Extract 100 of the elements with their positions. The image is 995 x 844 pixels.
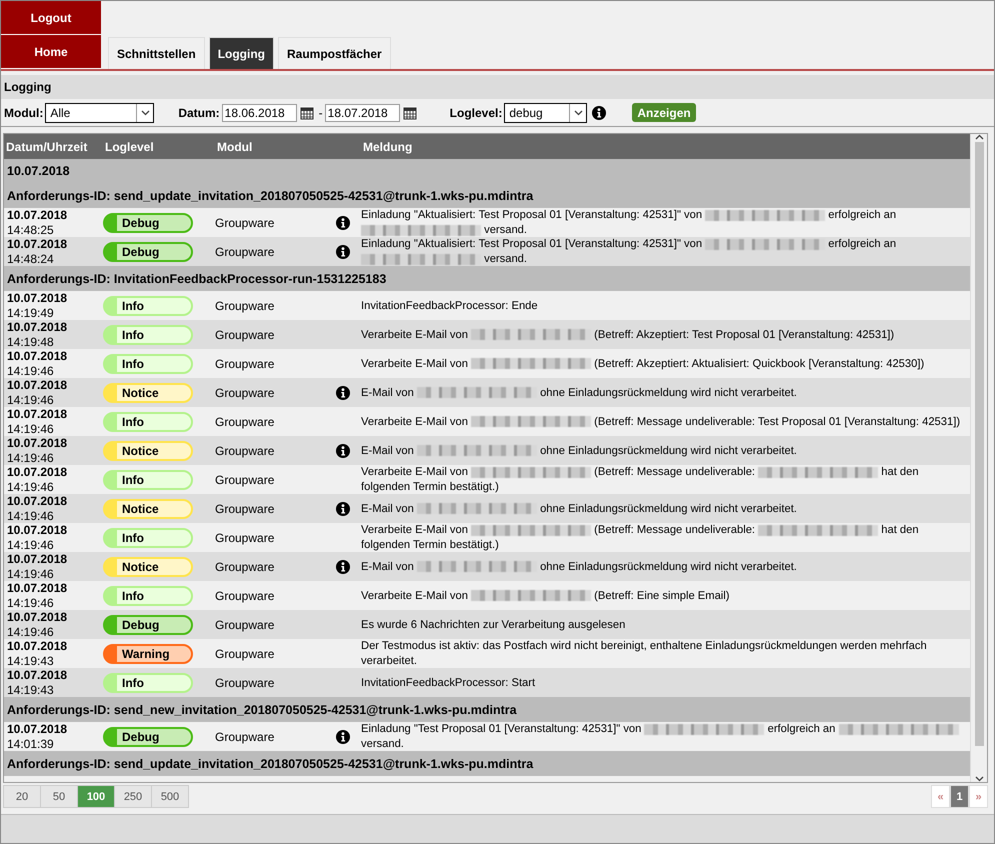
log-date: 10.07.2018 xyxy=(7,639,68,654)
log-date: 10.07.2018 xyxy=(7,722,68,737)
module-name: Groupware xyxy=(215,646,276,662)
log-time: 14:19:46 xyxy=(7,538,55,553)
column-header: Meldung xyxy=(362,140,414,154)
logout-button[interactable]: Logout xyxy=(1,1,101,35)
log-date: 10.07.2018 xyxy=(7,465,68,480)
module-name: Groupware xyxy=(215,216,276,230)
log-date: 10.07.2018 xyxy=(7,494,68,509)
column-header: Loglevel xyxy=(104,140,155,154)
loglevel-badge: Info xyxy=(103,412,193,432)
chevron-down-icon[interactable] xyxy=(140,110,150,116)
column-header: Modul xyxy=(216,140,254,154)
date-to-field[interactable]: 18.07.2018 xyxy=(324,104,400,122)
log-time: 14:19:46 xyxy=(7,509,55,524)
log-message: Der Testmodus ist aktiv: das Postfach wird nicht bereinigt, enthaltene Einladungsrückmeldungen werden mehrfach verarbeitet. xyxy=(361,639,928,669)
module-name: Groupware xyxy=(215,472,276,488)
loglevel-badge: Info xyxy=(103,296,193,316)
calendar-icon[interactable] xyxy=(300,106,314,120)
log-time: 14:48:25 xyxy=(7,223,55,238)
log-date: 10.07.2018 xyxy=(7,581,68,596)
nav-tab[interactable]: Raumpostfächer xyxy=(278,37,391,69)
date-from-field[interactable]: 18.06.2018 xyxy=(222,104,297,122)
log-time: 14:19:46 xyxy=(7,422,55,437)
module-name: Groupware xyxy=(215,730,276,744)
log-date: 10.07.2018 xyxy=(7,208,68,223)
log-date: 10.07.2018 xyxy=(7,523,68,538)
log-date: 10.07.2018 xyxy=(7,436,68,451)
log-message: InvitationFeedbackProcessor: Start xyxy=(361,676,536,690)
loglevel-badge: Notice xyxy=(103,499,193,519)
log-time: 14:19:43 xyxy=(7,654,55,669)
module-name: Groupware xyxy=(215,444,276,458)
log-date: 10.07.2018 xyxy=(7,378,68,393)
log-message: E-Mail von ohne Einladungsrückmeldung wird nicht verarbeitet. xyxy=(361,560,798,574)
log-message: Verarbeite E-Mail von (Betreff: Akzeptiert: Test Proposal 01 [Veranstaltung: 42531]) xyxy=(361,328,896,342)
scrollbar-thumb[interactable] xyxy=(974,142,984,746)
log-time: 14:19:46 xyxy=(7,393,55,408)
scroll-up-icon[interactable] xyxy=(974,134,984,140)
date-group-heading: 10.07.2018 xyxy=(7,164,70,178)
nav-tab[interactable]: Logging xyxy=(208,37,274,69)
log-time: 14:19:46 xyxy=(7,480,55,495)
log-date: 10.07.2018 xyxy=(7,291,68,306)
chevron-down-icon[interactable] xyxy=(974,776,984,782)
loglevel-badge: Info xyxy=(103,528,193,548)
log-time: 14:01:39 xyxy=(7,737,55,752)
chevron-down-icon[interactable] xyxy=(574,110,583,116)
loglevel-badge: Info xyxy=(103,354,193,374)
log-message: Verarbeite E-Mail von (Betreff: Message undeliverable: hat den folgenden Termin bestätigt.) xyxy=(361,523,920,553)
column-header: Datum/Uhrzeit xyxy=(5,140,88,154)
nav-tab[interactable]: Schnittstellen xyxy=(108,37,205,69)
module-name: Groupware xyxy=(215,676,276,690)
module-name: Groupware xyxy=(215,328,276,342)
module-name: Groupware xyxy=(215,356,276,372)
log-time: 14:19:46 xyxy=(7,364,55,379)
loglevel-badge: Debug xyxy=(103,727,193,747)
loglevel-badge: Info xyxy=(103,586,193,606)
show-button[interactable]: Anzeigen xyxy=(632,103,696,122)
log-message: E-Mail von ohne Einladungsrückmeldung wird nicht verarbeitet. xyxy=(361,386,798,400)
log-message: Einladung "Aktualisiert: Test Proposal 01 [Veranstaltung: 42531]" von erfolgreich an versand. xyxy=(361,208,898,238)
log-message: Es wurde 6 Nachrichten zur Verarbeitung ausgelesen xyxy=(361,618,626,632)
page-size-button[interactable]: 500 xyxy=(151,785,189,808)
page-button[interactable]: 1 xyxy=(950,785,969,808)
module-name: Groupware xyxy=(215,244,276,260)
module-name: Groupware xyxy=(215,560,276,574)
date-separator: - xyxy=(318,106,323,120)
loglevel-badge: Info xyxy=(103,673,193,693)
module-name: Groupware xyxy=(215,618,276,632)
loglevel-badge: Notice xyxy=(103,441,193,461)
log-time: 14:19:46 xyxy=(7,625,55,640)
page-size-button[interactable]: 20 xyxy=(3,785,41,808)
loglevel-label: Loglevel: xyxy=(450,106,502,120)
log-message: Verarbeite E-Mail von (Betreff: Akzeptiert: Aktualisiert: Quickbook [Veranstaltung: 42530]) xyxy=(361,356,926,372)
module-select[interactable]: Alle xyxy=(45,102,154,122)
loglevel-badge: Debug xyxy=(103,242,193,262)
module-name: Groupware xyxy=(215,386,276,400)
log-message: InvitationFeedbackProcessor: Ende xyxy=(361,298,539,314)
home-button[interactable]: Home xyxy=(1,35,101,69)
log-message: Einladung "Test Proposal 01 [Veranstaltung: 42531]" von erfolgreich an versand. xyxy=(361,722,970,752)
loglevel-badge: Notice xyxy=(103,557,193,577)
date-label: Datum: xyxy=(178,106,220,120)
log-time: 14:19:43 xyxy=(7,683,55,698)
page-size-button[interactable]: 250 xyxy=(114,785,152,808)
calendar-icon[interactable] xyxy=(402,106,417,120)
loglevel-select[interactable]: debug xyxy=(504,102,588,122)
page-size-button[interactable]: 50 xyxy=(40,785,78,808)
log-date: 10.07.2018 xyxy=(7,552,68,567)
log-message: Verarbeite E-Mail von (Betreff: Eine simple Email) xyxy=(361,588,731,604)
log-time: 14:19:49 xyxy=(7,306,55,321)
request-id-heading: Anforderungs-ID: InvitationFeedbackProcessor-run-1531225183 xyxy=(7,272,386,286)
module-name: Groupware xyxy=(215,530,276,546)
log-date: 10.07.2018 xyxy=(7,349,68,364)
loglevel-badge: Info xyxy=(103,325,193,345)
info-icon xyxy=(592,106,606,120)
log-message: E-Mail von ohne Einladungsrückmeldung wird nicht verarbeitet. xyxy=(361,444,798,458)
loglevel-badge: Debug xyxy=(103,615,193,635)
log-time: 14:48:24 xyxy=(7,252,55,267)
module-name: Groupware xyxy=(215,588,276,604)
scrollbar-track[interactable] xyxy=(970,134,987,782)
log-date: 10.07.2018 xyxy=(7,668,68,683)
log-date: 10.07.2018 xyxy=(7,610,68,625)
